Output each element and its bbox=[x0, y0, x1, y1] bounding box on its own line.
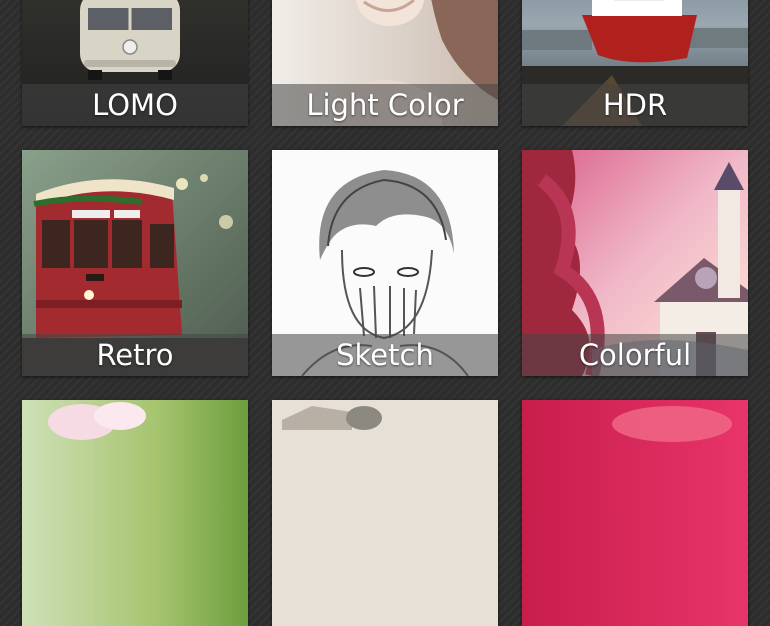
filter-tile-pink[interactable] bbox=[522, 400, 748, 626]
filter-label: HDR bbox=[522, 84, 748, 126]
filter-label: Retro bbox=[22, 334, 248, 376]
filter-tile-vintage[interactable] bbox=[272, 400, 498, 626]
filter-label: Colorful bbox=[522, 334, 748, 376]
filter-tile-colorful[interactable]: Colorful bbox=[522, 150, 748, 376]
filter-tile-light-color[interactable]: Light Color bbox=[272, 0, 498, 126]
filter-label: Light Color bbox=[272, 84, 498, 126]
filter-tile-retro[interactable]: Retro bbox=[22, 150, 248, 376]
filter-label: Sketch bbox=[272, 334, 498, 376]
filter-tile-flower[interactable] bbox=[22, 400, 248, 626]
pink-thumbnail bbox=[522, 400, 748, 626]
filter-tile-lomo[interactable]: LOMO bbox=[22, 0, 248, 126]
filter-tile-hdr[interactable]: HDR bbox=[522, 0, 748, 126]
vintage-landscape-thumbnail bbox=[272, 400, 498, 626]
flower-thumbnail bbox=[22, 400, 248, 626]
filter-tile-sketch[interactable]: Sketch bbox=[272, 150, 498, 376]
filter-label: LOMO bbox=[22, 84, 248, 126]
